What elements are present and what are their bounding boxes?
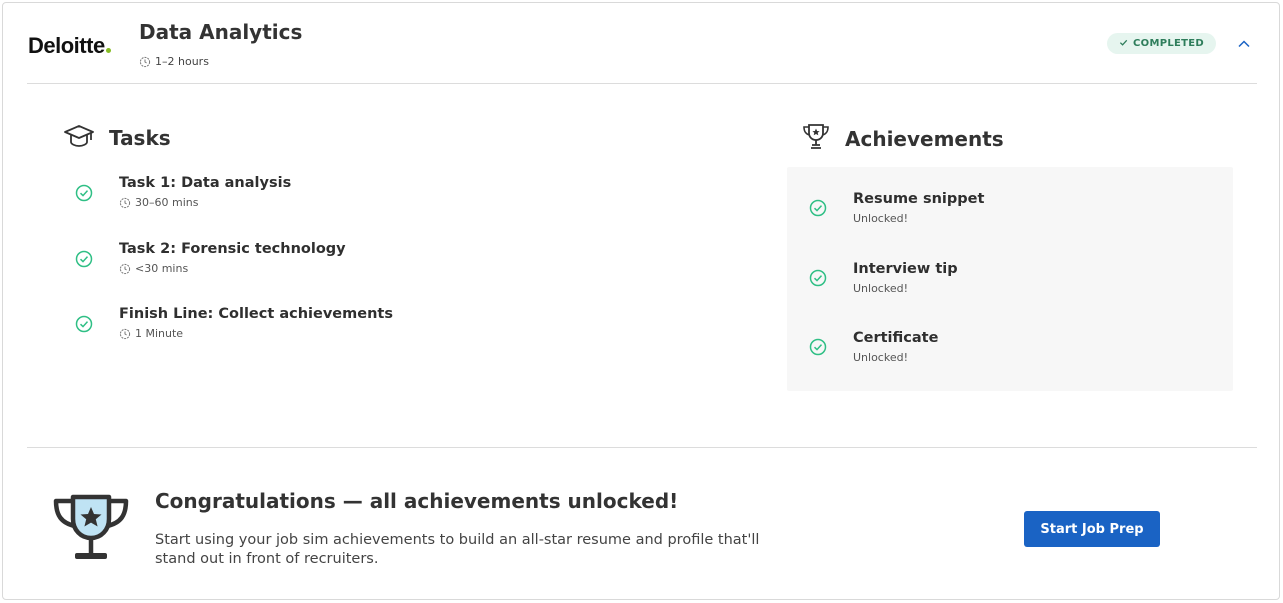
clock-icon bbox=[119, 328, 131, 340]
achievements-heading: Achievements bbox=[801, 123, 1004, 155]
trophy-star-icon bbox=[51, 493, 131, 569]
task-title: Task 2: Forensic technology bbox=[119, 241, 346, 257]
page-title: Data Analytics bbox=[139, 20, 303, 44]
tasks-title: Tasks bbox=[109, 126, 171, 150]
trophy-icon bbox=[801, 123, 831, 155]
check-circle-icon bbox=[75, 315, 93, 333]
start-job-prep-button[interactable]: Start Job Prep bbox=[1024, 511, 1160, 547]
check-circle-icon bbox=[75, 184, 93, 202]
logo-dot bbox=[105, 48, 111, 53]
check-circle-icon bbox=[75, 250, 93, 268]
congrats-title: Congratulations — all achievements unloc… bbox=[155, 489, 679, 513]
tasks-heading: Tasks bbox=[63, 123, 171, 153]
task-duration-label: 30–60 mins bbox=[135, 196, 199, 209]
program-duration: 1–2 hours bbox=[139, 55, 209, 68]
task-item[interactable]: Task 2: Forensic technology <30 mins bbox=[75, 241, 346, 275]
checkmark-icon bbox=[1119, 38, 1128, 50]
logo-text: Deloitte bbox=[28, 33, 105, 58]
achievement-status: Unlocked! bbox=[853, 282, 908, 295]
graduation-cap-icon bbox=[63, 123, 95, 153]
deloitte-logo: Deloitte bbox=[28, 33, 111, 59]
duration-label: 1–2 hours bbox=[155, 55, 209, 68]
task-title: Task 1: Data analysis bbox=[119, 175, 292, 191]
achievement-title: Resume snippet bbox=[853, 191, 985, 207]
status-badge: COMPLETED bbox=[1107, 33, 1216, 54]
task-item[interactable]: Finish Line: Collect achievements 1 Minu… bbox=[75, 306, 393, 340]
achievements-panel: Resume snippet Unlocked! Interview tip U… bbox=[787, 167, 1233, 391]
simulation-card: Deloitte Data Analytics 1–2 hours COMPLE… bbox=[2, 2, 1280, 600]
task-title: Finish Line: Collect achievements bbox=[119, 306, 393, 322]
clock-icon bbox=[119, 197, 131, 209]
chevron-up-icon bbox=[1238, 33, 1250, 52]
achievement-item[interactable]: Resume snippet Unlocked! bbox=[809, 191, 984, 225]
achievement-item[interactable]: Interview tip Unlocked! bbox=[809, 261, 958, 295]
clock-icon bbox=[139, 56, 151, 68]
check-circle-icon bbox=[809, 338, 827, 356]
check-circle-icon bbox=[809, 269, 827, 287]
achievement-status: Unlocked! bbox=[853, 351, 908, 364]
collapse-button[interactable] bbox=[1235, 33, 1253, 51]
footer-divider bbox=[27, 447, 1257, 448]
header-divider bbox=[27, 83, 1257, 84]
achievement-title: Certificate bbox=[853, 330, 939, 346]
task-duration: <30 mins bbox=[119, 262, 346, 275]
achievement-item[interactable]: Certificate Unlocked! bbox=[809, 330, 938, 364]
check-circle-icon bbox=[809, 199, 827, 217]
status-label: COMPLETED bbox=[1133, 38, 1204, 49]
task-duration-label: <30 mins bbox=[135, 262, 189, 275]
task-duration: 30–60 mins bbox=[119, 196, 291, 209]
achievement-title: Interview tip bbox=[853, 261, 958, 277]
clock-icon bbox=[119, 263, 131, 275]
task-duration: 1 Minute bbox=[119, 327, 393, 340]
task-item[interactable]: Task 1: Data analysis 30–60 mins bbox=[75, 175, 291, 209]
achievements-title: Achievements bbox=[845, 127, 1004, 151]
congrats-text: Start using your job sim achievements to… bbox=[155, 532, 760, 567]
task-duration-label: 1 Minute bbox=[135, 327, 184, 340]
achievement-status: Unlocked! bbox=[853, 212, 908, 225]
